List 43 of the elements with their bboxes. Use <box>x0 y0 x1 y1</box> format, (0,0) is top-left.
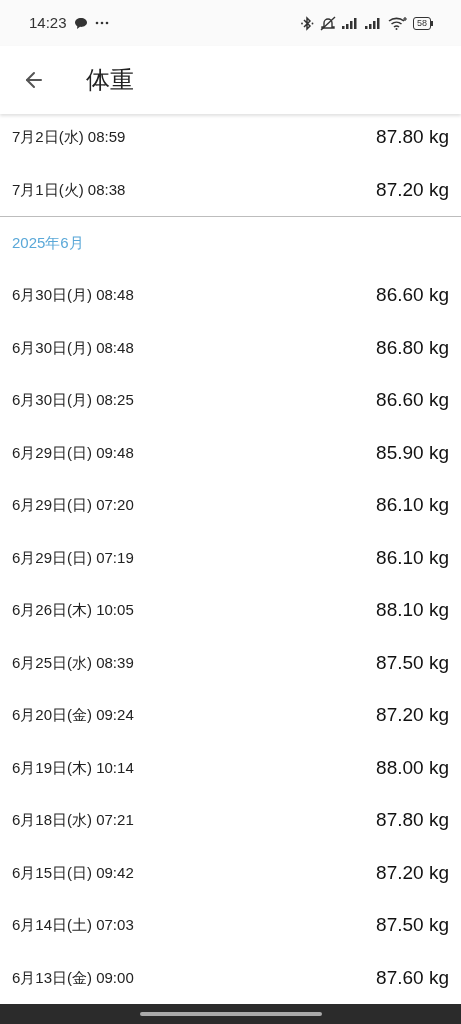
entry-date: 6月30日(月) 08:25 <box>12 390 134 410</box>
entry-weight: 86.60 kg <box>376 283 449 307</box>
entry-weight: 87.20 kg <box>376 703 449 727</box>
entry-date: 7月1日(火) 08:38 <box>12 179 126 200</box>
entry-weight: 87.20 kg <box>376 177 449 202</box>
entry-weight: 88.00 kg <box>376 755 449 780</box>
entry-weight: 87.50 kg <box>376 650 449 675</box>
entry-date: 6月15日(日) 09:42 <box>12 862 134 883</box>
entry-date: 6月20日(金) 09:24 <box>12 705 134 725</box>
home-handle[interactable] <box>139 1012 322 1016</box>
bluetooth-icon <box>301 15 314 31</box>
entry-weight: 87.20 kg <box>376 860 449 885</box>
entry-date: 6月25日(水) 08:39 <box>12 652 134 673</box>
entry-date: 6月18日(水) 07:21 <box>12 810 134 830</box>
status-time: 14:23 <box>29 12 67 33</box>
chat-bubble-icon <box>74 17 87 29</box>
wifi-icon <box>388 16 408 30</box>
month-heading: 2025年6月 <box>12 232 84 253</box>
entry-weight: 86.80 kg <box>376 335 449 360</box>
entry-date: 6月13日(金) 09:00 <box>12 967 134 988</box>
entry-weight: 87.80 kg <box>376 125 449 149</box>
entry-weight: 86.60 kg <box>376 388 449 412</box>
entry-date: 6月29日(日) 09:48 <box>12 442 134 463</box>
entry-date: 6月30日(月) 08:48 <box>12 337 134 358</box>
entry-weight: 87.80 kg <box>376 808 449 832</box>
entry-weight: 87.60 kg <box>376 965 449 990</box>
entry-date: 6月26日(木) 10:05 <box>12 600 134 620</box>
muted-bell-icon <box>319 15 337 31</box>
entry-date: 6月29日(日) 07:20 <box>12 495 134 515</box>
more-dots-icon <box>94 21 109 25</box>
entry-date: 7月2日(水) 08:59 <box>12 127 126 147</box>
entry-weight: 86.10 kg <box>376 545 449 570</box>
entry-date: 6月30日(月) 08:48 <box>12 285 134 305</box>
entry-date: 6月29日(日) 07:19 <box>12 547 134 568</box>
entry-date: 6月19日(木) 10:14 <box>12 757 134 778</box>
signal-icon <box>365 17 383 29</box>
entry-weight: 86.10 kg <box>376 493 449 517</box>
page-title: 体重 <box>86 65 134 95</box>
entry-weight: 85.90 kg <box>376 440 449 465</box>
signal-icon <box>342 17 360 29</box>
entry-date: 6月14日(土) 07:03 <box>12 915 134 935</box>
entry-weight: 87.50 kg <box>376 913 449 937</box>
entry-weight: 88.10 kg <box>376 598 449 622</box>
